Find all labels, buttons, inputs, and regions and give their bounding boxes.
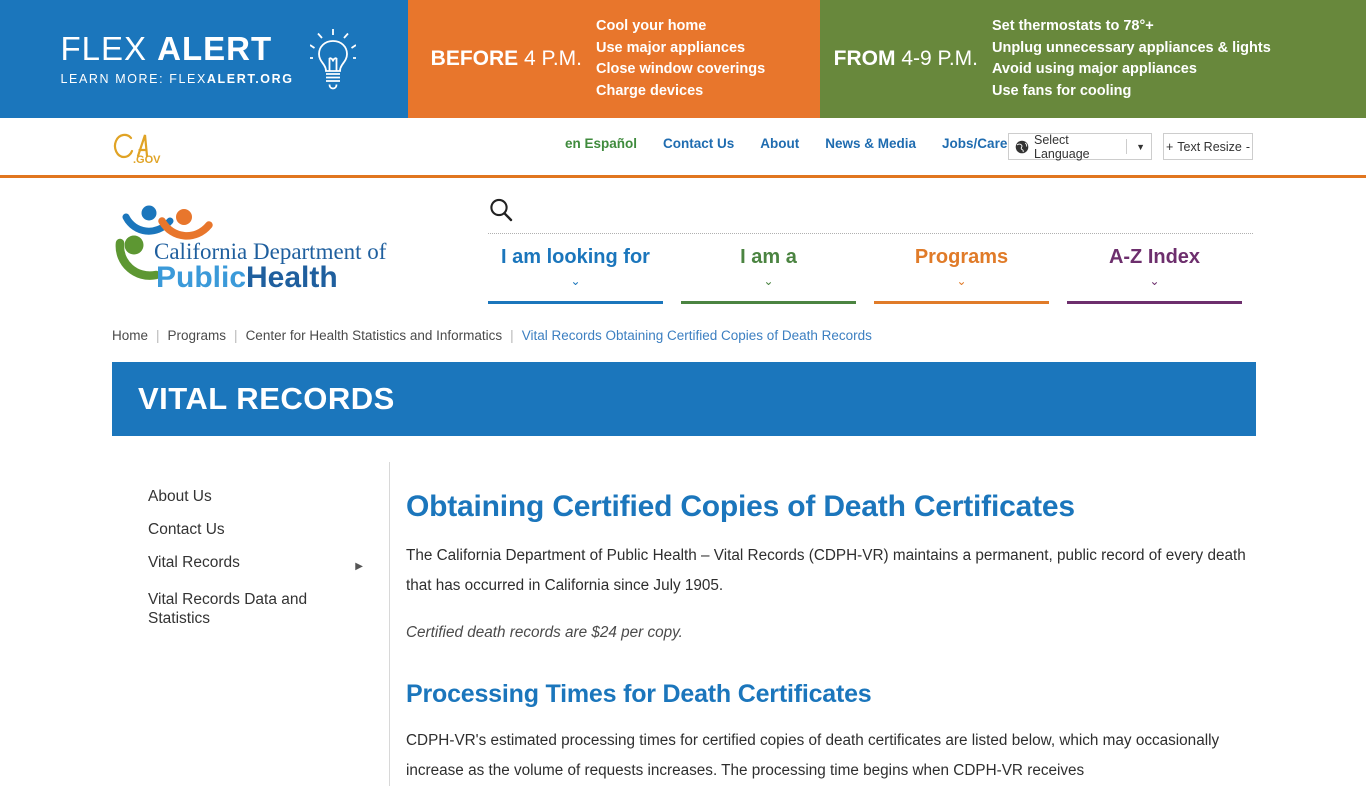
cdph-logo[interactable]: California Department of PublicHealth bbox=[112, 197, 387, 293]
breadcrumb: Home | Programs | Center for Health Stat… bbox=[112, 328, 872, 343]
cdph-header: California Department of PublicHealth I … bbox=[0, 178, 1366, 318]
sidebar-item-about-us[interactable]: About Us bbox=[112, 480, 389, 513]
nav-item-label: A-Z Index bbox=[1108, 246, 1201, 268]
ca-gov-nav-links: en Español Contact Us About News & Media… bbox=[565, 136, 1028, 151]
chevron-right-icon: ▶ bbox=[355, 561, 363, 572]
nav-item-label: Programs bbox=[914, 246, 1009, 268]
flex-alert-title-light: FLEX bbox=[60, 29, 147, 67]
sidebar-item-label: Vital Records bbox=[148, 554, 240, 571]
nav-link-en-espanol[interactable]: en Español bbox=[565, 136, 637, 151]
nav-item-label: I am looking for bbox=[501, 246, 650, 268]
nav-item-i-am-looking-for[interactable]: I am looking for ⌄ bbox=[488, 246, 663, 304]
lightbulb-icon bbox=[309, 29, 356, 90]
sidebar-item-vital-records[interactable]: Vital Records ▶ bbox=[112, 546, 389, 583]
nav-item-i-am-a[interactable]: I am a ⌄ bbox=[681, 246, 856, 304]
text-resize-increase[interactable]: + bbox=[1166, 140, 1173, 154]
nav-link-about[interactable]: About bbox=[760, 136, 799, 151]
main-content: Obtaining Certified Copies of Death Cert… bbox=[390, 462, 1256, 786]
nav-item-underline bbox=[1067, 301, 1242, 304]
breadcrumb-separator: | bbox=[234, 328, 238, 343]
select-language-label: Select Language bbox=[1034, 132, 1090, 161]
flex-alert-subtitle-prefix: LEARN MORE: FLEX bbox=[60, 72, 207, 87]
flex-alert-subtitle: LEARN MORE: FLEXALERT.ORG bbox=[60, 72, 293, 86]
page-title-banner: VITAL RECORDS bbox=[112, 362, 1256, 436]
cdph-main-nav: I am looking for ⌄ I am a ⌄ Programs ⌄ A… bbox=[488, 246, 1242, 304]
flex-alert-from-list: Set thermostats to 78°+ Unplug unnecessa… bbox=[992, 16, 1271, 102]
sidebar-item-label: About Us bbox=[148, 488, 212, 505]
flex-alert-before-time-thin: 4 P.M. bbox=[524, 47, 582, 70]
chevron-down-icon: ⌄ bbox=[1149, 274, 1160, 288]
flex-alert-banner: FLEX ALERT LEARN MORE: FLEXALERT.ORG BEF… bbox=[0, 0, 1366, 118]
content-paragraph-fee: Certified death records are $24 per copy… bbox=[406, 624, 683, 641]
breadcrumb-separator: | bbox=[156, 328, 160, 343]
nav-item-a-z-index[interactable]: A-Z Index ⌄ bbox=[1067, 246, 1242, 304]
content-subheading: Processing Times for Death Certificates bbox=[406, 680, 872, 708]
list-item: Avoid using major appliances bbox=[992, 61, 1197, 77]
list-item: Use major appliances bbox=[596, 39, 746, 56]
sidebar-item-label: Vital Records Data and Statistics bbox=[148, 591, 308, 627]
list-item: Use fans for cooling bbox=[992, 82, 1132, 99]
search-divider bbox=[488, 233, 1253, 234]
svg-text:.GOV: .GOV bbox=[133, 154, 161, 166]
list-item: Charge devices bbox=[596, 82, 704, 99]
flex-alert-from-time: FROM 4-9 P.M. bbox=[820, 47, 992, 71]
text-resize-control[interactable]: + Text Resize - bbox=[1163, 133, 1253, 160]
search-row bbox=[488, 197, 1253, 234]
chevron-down-icon: ⌄ bbox=[570, 274, 581, 288]
nav-item-underline bbox=[681, 301, 856, 304]
chevron-down-icon: ▼ bbox=[1136, 141, 1145, 152]
search-icon[interactable] bbox=[488, 197, 514, 223]
breadcrumb-separator: | bbox=[510, 328, 514, 343]
breadcrumb-item-programs[interactable]: Programs bbox=[168, 328, 227, 343]
flex-alert-from-panel: FROM 4-9 P.M. Set thermostats to 78°+ Un… bbox=[820, 0, 1366, 118]
nav-link-news-media[interactable]: News & Media bbox=[825, 136, 916, 151]
flex-alert-before-panel: BEFORE 4 P.M. Cool your home Use major a… bbox=[408, 0, 820, 118]
breadcrumb-item-current[interactable]: Vital Records Obtaining Certified Copies… bbox=[522, 328, 872, 343]
list-item: Cool your home bbox=[596, 18, 707, 34]
sidebar-item-label: Contact Us bbox=[148, 521, 225, 538]
nav-link-contact-us[interactable]: Contact Us bbox=[663, 136, 734, 151]
flex-alert-brand-panel[interactable]: FLEX ALERT LEARN MORE: FLEXALERT.ORG bbox=[0, 0, 408, 118]
ca-gov-utility-bar: .GOV en Español Contact Us About News & … bbox=[0, 118, 1366, 178]
list-item: Unplug unnecessary appliances & lights bbox=[992, 39, 1271, 56]
content-heading: Obtaining Certified Copies of Death Cert… bbox=[406, 490, 1075, 523]
list-item: Set thermostats to 78°+ bbox=[992, 18, 1154, 34]
body-area: About Us Contact Us Vital Records ▶ Vita… bbox=[112, 462, 1256, 786]
page-title: VITAL RECORDS bbox=[138, 381, 395, 416]
nav-item-underline bbox=[488, 301, 663, 304]
ca-gov-logo[interactable]: .GOV bbox=[112, 130, 164, 168]
breadcrumb-item-chsi[interactable]: Center for Health Statistics and Informa… bbox=[246, 328, 503, 343]
flex-alert-title-bold: ALERT bbox=[157, 29, 273, 67]
select-language-dropdown[interactable]: Select Language ▼ bbox=[1008, 132, 1152, 161]
sidebar-item-contact-us[interactable]: Contact Us bbox=[112, 513, 389, 546]
content-paragraph-1: The California Department of Public Heal… bbox=[406, 547, 1246, 594]
sidebar-nav: About Us Contact Us Vital Records ▶ Vita… bbox=[112, 462, 390, 786]
nav-item-programs[interactable]: Programs ⌄ bbox=[874, 246, 1049, 304]
text-resize-label: Text Resize bbox=[1177, 139, 1242, 154]
flex-alert-from-time-thin: 4-9 P.M. bbox=[901, 47, 978, 70]
flex-alert-subtitle-bold: ALERT.ORG bbox=[206, 72, 294, 87]
nav-item-label: I am a bbox=[740, 246, 797, 268]
chevron-down-icon: ⌄ bbox=[763, 274, 774, 288]
svg-text:PublicHealth: PublicHealth bbox=[156, 261, 338, 293]
flex-alert-title: FLEX ALERT bbox=[60, 29, 293, 67]
flex-alert-before-time-bold: BEFORE bbox=[430, 47, 519, 70]
content-paragraph-3: CDPH-VR's estimated processing times for… bbox=[406, 732, 1220, 779]
globe-icon bbox=[1015, 140, 1029, 153]
list-item: Close window coverings bbox=[596, 61, 766, 77]
chevron-down-icon: ⌄ bbox=[956, 274, 967, 288]
nav-item-underline bbox=[874, 301, 1049, 304]
flex-alert-before-list: Cool your home Use major appliances Clos… bbox=[596, 16, 765, 102]
breadcrumb-item-home[interactable]: Home bbox=[112, 328, 148, 343]
flex-alert-before-time: BEFORE 4 P.M. bbox=[408, 47, 596, 71]
flex-alert-from-time-bold: FROM bbox=[833, 47, 896, 70]
sidebar-item-vital-records-data-and-statistics[interactable]: Vital Records Data and Statistics bbox=[112, 583, 389, 635]
text-resize-decrease[interactable]: - bbox=[1246, 140, 1250, 154]
select-language-divider bbox=[1126, 139, 1128, 154]
